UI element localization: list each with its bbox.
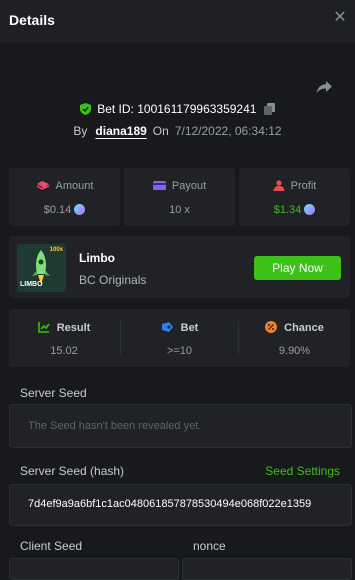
amount-icon bbox=[36, 181, 49, 190]
by-label: By bbox=[73, 124, 88, 138]
client-seed-field[interactable] bbox=[9, 558, 179, 580]
share-icon[interactable] bbox=[315, 78, 333, 96]
bet-id-label: Bet ID: bbox=[97, 102, 134, 116]
client-seed-label: Client Seed bbox=[20, 539, 83, 553]
server-seed-label: Server Seed bbox=[20, 386, 87, 400]
profit-value: $1.34 bbox=[273, 204, 302, 216]
result-icon bbox=[37, 322, 50, 333]
shield-check-icon bbox=[80, 103, 92, 115]
result-column: Result 15.02 bbox=[9, 309, 119, 367]
amount-value: $0.14 bbox=[43, 204, 72, 216]
game-card: 100x LIMBO Limbo BC Originals Play Now bbox=[9, 236, 350, 298]
server-seed-hash-label: Server Seed (hash) bbox=[20, 464, 125, 478]
game-name: Limbo bbox=[79, 251, 115, 265]
thumb-title: LIMBO bbox=[20, 281, 43, 288]
bet-icon bbox=[161, 322, 173, 332]
result-value: 15.02 bbox=[50, 345, 78, 357]
seed-settings-link[interactable]: Seed Settings bbox=[265, 464, 340, 478]
amount-label-row: Amount bbox=[9, 180, 120, 192]
close-icon[interactable]: ✕ bbox=[333, 10, 347, 26]
bet-label-row: Bet bbox=[121, 321, 238, 334]
username-link[interactable]: diana189 bbox=[95, 124, 146, 138]
payout-label: Payout bbox=[171, 180, 207, 192]
server-seed-hash-value: 7d4ef9a9a6bf1c1ac048061857878530494e068f… bbox=[28, 498, 312, 510]
bet-id-row: Bet ID: 100161179963359241 bbox=[0, 102, 355, 116]
bet-date: 7/12/2022, 06:34:12 bbox=[174, 124, 282, 138]
payout-label-row: Payout bbox=[124, 180, 235, 192]
copy-icon[interactable] bbox=[263, 103, 275, 115]
profit-label-row: Profit bbox=[239, 180, 350, 192]
amount-value-row: $0.14 bbox=[9, 204, 120, 216]
amount-card: Amount $0.14 bbox=[9, 168, 120, 226]
bet-value: >=10 bbox=[166, 345, 193, 357]
chance-value: 9.90% bbox=[278, 345, 311, 357]
coin-icon bbox=[304, 204, 316, 215]
bet-author-row: By diana189 On 7/12/2022, 06:34:12 bbox=[0, 124, 355, 138]
profit-icon bbox=[273, 180, 285, 191]
thumb-badge: 100x bbox=[49, 247, 63, 253]
bet-label: Bet bbox=[180, 322, 199, 334]
game-provider: BC Originals bbox=[79, 273, 147, 287]
result-label: Result bbox=[56, 322, 91, 334]
nonce-field[interactable] bbox=[182, 558, 352, 580]
payout-value: 10 x bbox=[169, 204, 190, 216]
nonce-label: nonce bbox=[193, 539, 226, 553]
payout-card: Payout 10 x bbox=[124, 168, 235, 226]
profit-card: Profit $1.34 bbox=[239, 168, 350, 226]
result-summary-card: Result 15.02 Bet >=10 Chance 9.90% bbox=[9, 309, 350, 367]
profit-label: Profit bbox=[290, 180, 317, 192]
panel-title: Details bbox=[9, 12, 55, 28]
bet-column: Bet >=10 bbox=[121, 309, 238, 367]
chance-label-row: Chance bbox=[239, 321, 350, 334]
limbo-game-thumbnail[interactable]: 100x LIMBO bbox=[17, 244, 66, 292]
payout-icon bbox=[152, 181, 166, 190]
server-seed-field[interactable]: The Seed hasn't been revealed yet. bbox=[9, 404, 352, 448]
server-seed-hash-field[interactable]: 7d4ef9a9a6bf1c1ac048061857878530494e068f… bbox=[9, 484, 352, 526]
amount-label: Amount bbox=[55, 180, 94, 192]
chance-label: Chance bbox=[284, 322, 324, 334]
bet-id-value: 100161179963359241 bbox=[137, 102, 257, 116]
result-label-row: Result bbox=[9, 321, 119, 334]
play-now-button[interactable]: Play Now bbox=[254, 256, 341, 280]
profit-value-row: $1.34 bbox=[239, 204, 350, 216]
coin-icon bbox=[74, 204, 86, 215]
on-label: On bbox=[152, 124, 169, 138]
chance-column: Chance 9.90% bbox=[239, 309, 350, 367]
chance-icon bbox=[265, 321, 278, 333]
server-seed-placeholder: The Seed hasn't been revealed yet. bbox=[28, 420, 202, 432]
